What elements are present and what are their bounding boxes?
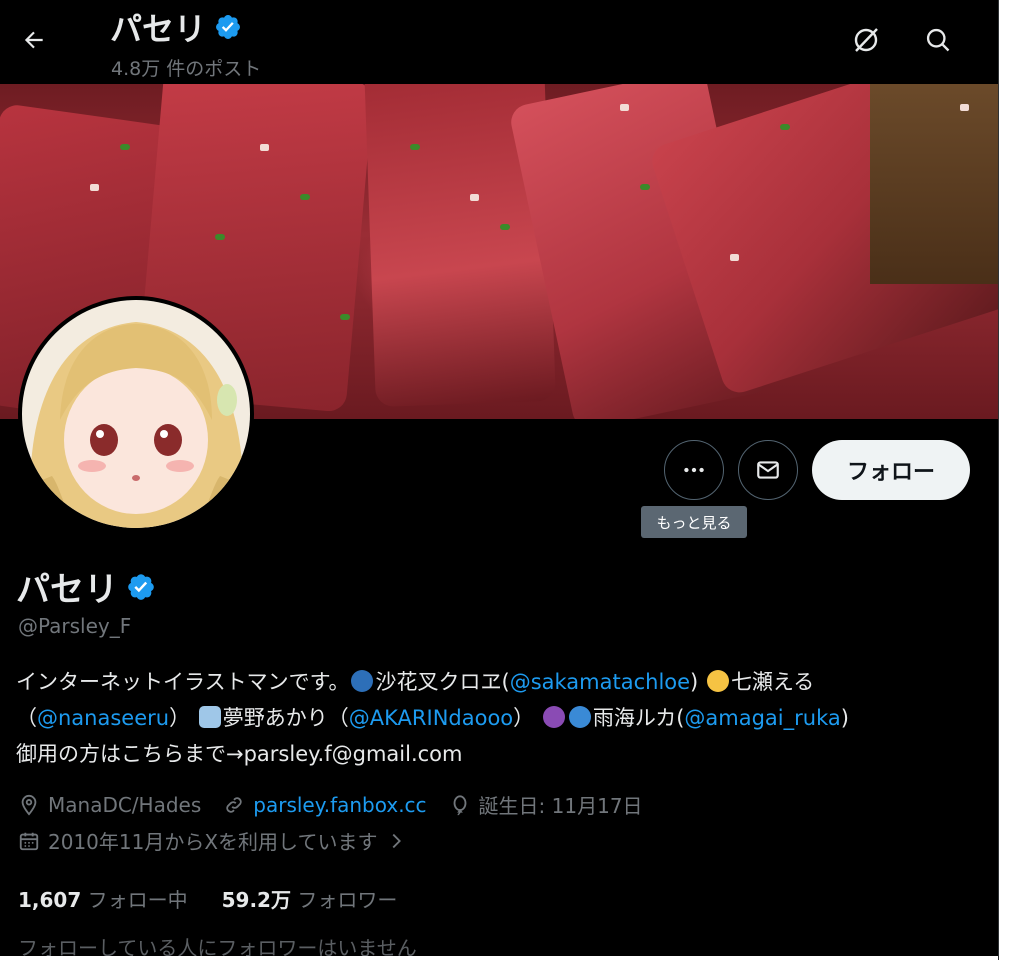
follow-button[interactable]: フォロー	[812, 440, 970, 500]
banner-salt	[620, 104, 629, 111]
profile-bio: インターネットイラストマンです。 沙花叉クロヱ(@sakamatachloe) 七…	[16, 664, 986, 772]
banner-salt	[260, 144, 269, 151]
birthday-text: 誕生日: 11月17日	[478, 794, 643, 818]
mention-link-sakamatachloe[interactable]: @sakamatachloe	[510, 670, 690, 694]
following-count: 1,607	[18, 888, 82, 912]
website-item: parsley.fanbox.cc	[223, 793, 427, 817]
birthday-item: 誕生日: 11月17日	[449, 790, 643, 819]
verified-badge-icon	[216, 15, 240, 39]
banner-salt	[960, 104, 969, 111]
banner-herb	[640, 184, 650, 190]
envelope-icon	[757, 461, 779, 479]
followers-count: 59.2万	[221, 888, 291, 912]
search-icon	[926, 28, 950, 52]
avatar-illustration	[22, 300, 250, 528]
profile-avatar[interactable]	[18, 296, 254, 532]
profile-meta-row: ManaDC/Hades parsley.fanbox.cc 誕生日: 11月1…	[18, 790, 665, 819]
bio-line-3: 御用の方はこちらまで→parsley.f@gmail.com	[16, 742, 463, 766]
banner-herb	[215, 234, 225, 240]
mention-link-nanaseeru[interactable]: @nanaseeru	[37, 706, 169, 730]
followers-link[interactable]: 59.2万 フォロワー	[222, 884, 398, 913]
profile-handle: @Parsley_F	[18, 614, 132, 638]
chevron-right-icon	[393, 833, 402, 848]
divider	[998, 0, 999, 960]
grok-button[interactable]	[846, 20, 886, 60]
bio-text: ）	[513, 706, 535, 730]
bio-line-1: インターネットイラストマンです。 沙花叉クロヱ(@sakamatachloe) 七…	[16, 664, 986, 700]
banner-herb	[410, 144, 420, 150]
following-link[interactable]: 1,607 フォロー中	[18, 884, 188, 913]
bio-line-2: （@nanaseeru） 夢野あかり（@AKARINdaooo） 雨海ルカ(@a…	[16, 700, 986, 736]
banner-salt	[90, 184, 99, 191]
location-item: ManaDC/Hades	[18, 793, 201, 817]
banner-herb	[300, 194, 310, 200]
calendar-icon	[19, 832, 39, 850]
banner-wood-board	[870, 84, 998, 284]
bio-text: 沙花叉クロヱ(	[375, 670, 510, 694]
balloon-icon	[453, 794, 466, 815]
bio-text: 雨海ルカ(	[592, 706, 685, 730]
more-options-button[interactable]	[664, 440, 724, 500]
kissing-cat-emoji-icon	[706, 670, 729, 692]
mention-link-amagai-ruka[interactable]: @amagai_ruka	[684, 706, 840, 730]
shark-emoji-icon	[351, 670, 374, 692]
bio-text: )	[690, 670, 699, 694]
bio-text: 七瀬える	[730, 670, 815, 694]
bio-text: （	[16, 706, 37, 730]
post-count: 4.8万 件のポスト	[111, 58, 262, 80]
banner-herb	[780, 124, 790, 130]
header-name: パセリ	[110, 10, 207, 48]
more-options-tooltip: もっと見る	[641, 506, 747, 538]
joined-row[interactable]: 2010年11月からXを利用しています	[18, 826, 407, 855]
bio-text: ）	[169, 706, 191, 730]
banner-salt	[730, 254, 739, 261]
bio-text: )	[840, 706, 849, 730]
umbrella-rain-emoji-icon	[542, 706, 565, 728]
profile-name: パセリ	[16, 570, 118, 610]
profile-page: パセリ 4.8万 件のポスト フォロー もっと見る パセリ @Parsley_F…	[0, 0, 998, 960]
mention-link-akarindaooo[interactable]: @AKARINdaooo	[349, 706, 513, 730]
banner-salt	[470, 194, 479, 201]
right-margin	[998, 0, 1024, 960]
joined-text: 2010年11月からXを利用しています	[48, 830, 378, 854]
grok-icon	[854, 28, 878, 52]
link-icon	[226, 796, 242, 813]
back-arrow-icon	[24, 31, 43, 49]
following-label: フォロー中	[87, 888, 188, 912]
profile-header: パセリ 4.8万 件のポスト	[0, 0, 998, 84]
header-title: パセリ	[110, 4, 242, 50]
message-button[interactable]	[738, 440, 798, 500]
profile-name-row: パセリ	[16, 562, 156, 611]
joined-item: 2010年11月からXを利用しています	[18, 826, 377, 855]
dolphin-emoji-icon	[568, 706, 591, 728]
followers-label: フォロワー	[297, 888, 398, 912]
location-text: ManaDC/Hades	[48, 792, 202, 817]
bio-text: 夢野あかり（	[222, 706, 349, 730]
more-dots-icon	[684, 467, 704, 473]
search-button[interactable]	[918, 20, 958, 60]
banner-herb	[340, 314, 350, 320]
back-button[interactable]	[14, 20, 54, 60]
page-bottom-edge	[0, 956, 998, 960]
location-pin-icon	[21, 794, 37, 816]
baby-bottle-emoji-icon	[198, 706, 221, 728]
banner-herb	[500, 224, 510, 230]
verified-badge-icon[interactable]	[126, 572, 156, 602]
bio-text: インターネットイラストマンです。	[16, 670, 350, 694]
website-link[interactable]: parsley.fanbox.cc	[253, 793, 426, 817]
banner-herb	[120, 144, 130, 150]
follow-stats: 1,607 フォロー中 59.2万 フォロワー	[18, 884, 397, 913]
